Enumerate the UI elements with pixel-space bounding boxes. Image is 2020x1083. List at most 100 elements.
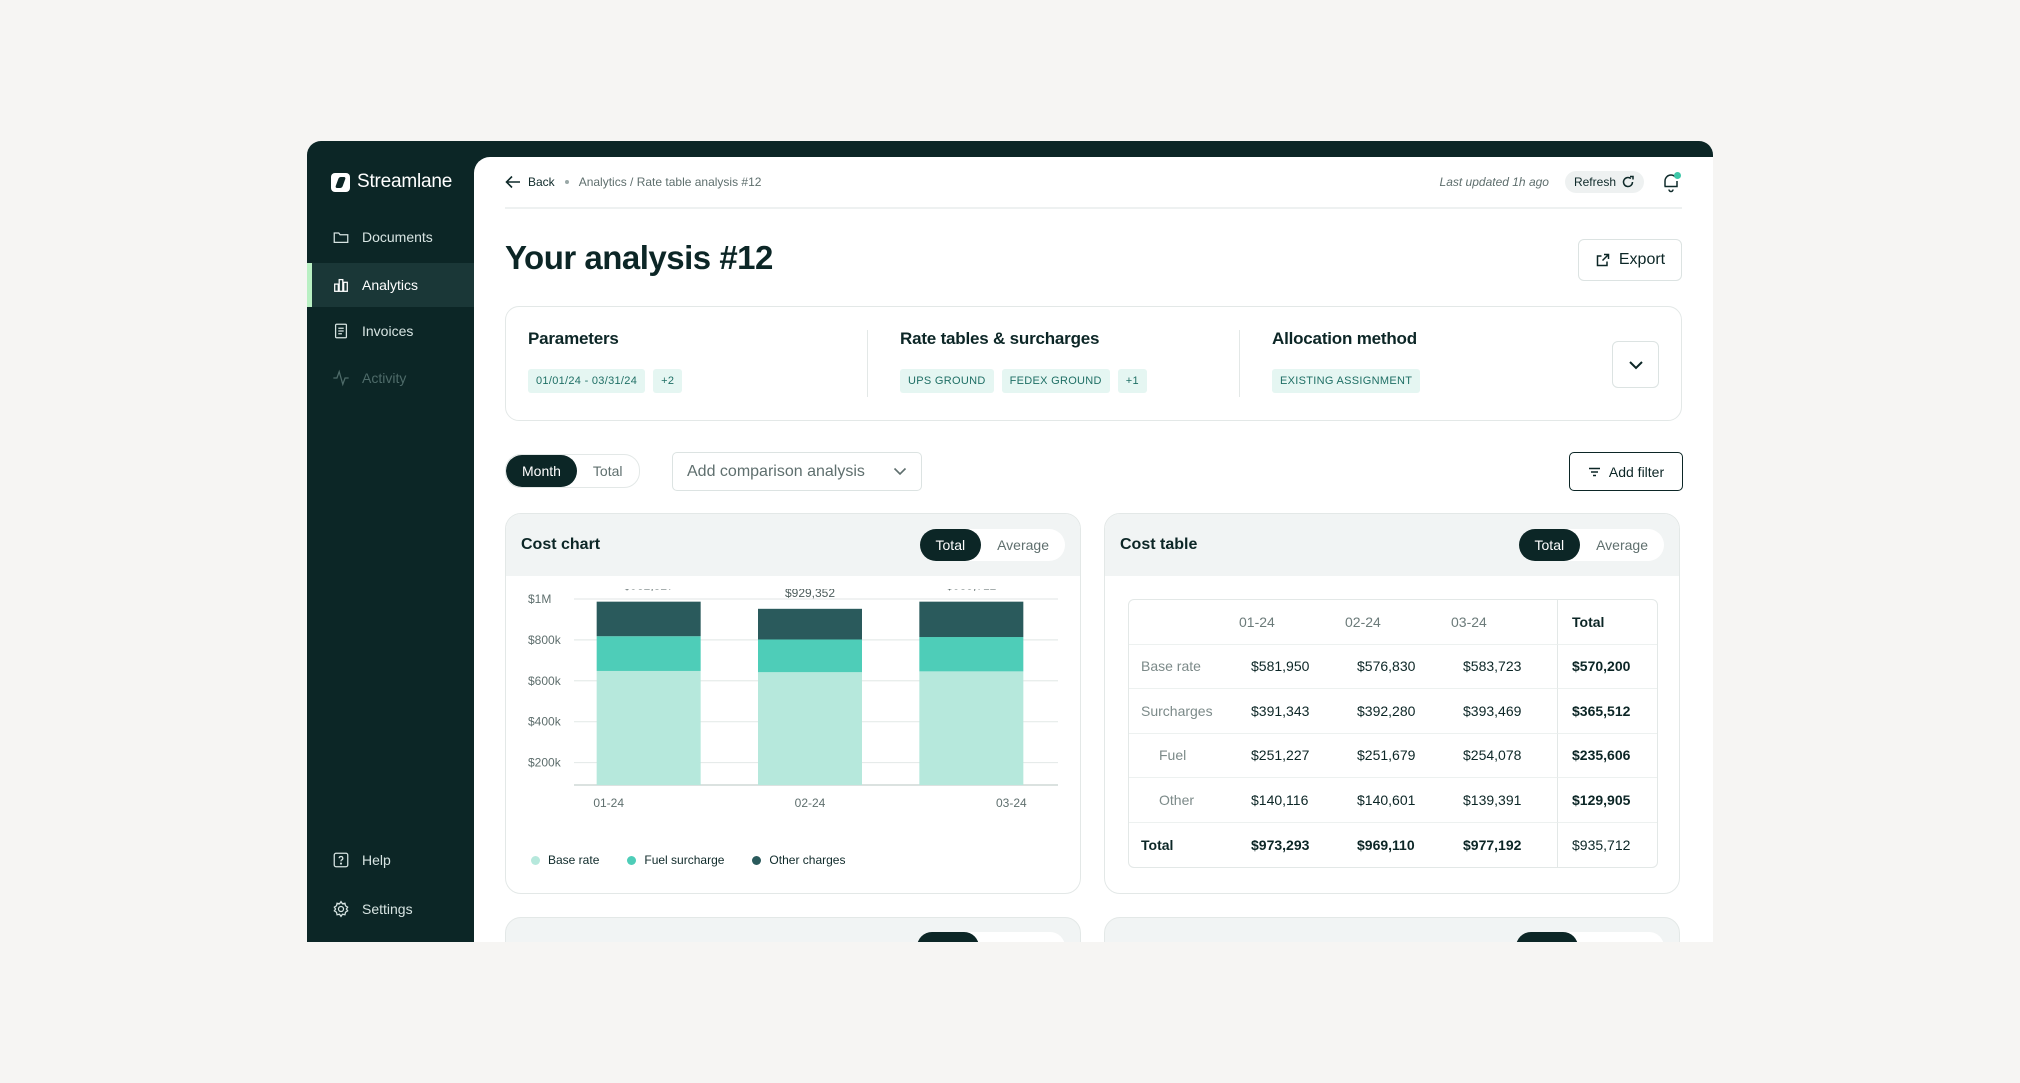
- table-header-row: 01-24 02-24 03-24 Total: [1129, 600, 1657, 645]
- table-row: Base rate $581,950 $576,830 $583,723 $57…: [1129, 644, 1657, 689]
- more-parameters-chip[interactable]: +2: [653, 369, 683, 393]
- add-filter-button[interactable]: Add filter: [1569, 452, 1683, 491]
- cost-table-card: Cost table Total Average 01-24 02-24 03-…: [1104, 513, 1680, 894]
- notification-badge: [1674, 172, 1681, 179]
- sidebar-item-analytics[interactable]: Analytics: [307, 263, 474, 307]
- table-header-cell: 01-24: [1239, 600, 1345, 645]
- y-tick-label: $400k: [528, 715, 562, 729]
- export-button[interactable]: Export: [1578, 239, 1682, 281]
- arrow-left-icon: [505, 175, 520, 189]
- cost-chart-title: Cost chart: [521, 536, 601, 553]
- sidebar-item-invoices[interactable]: Invoices: [307, 309, 474, 353]
- card-toggle[interactable]: [917, 932, 1065, 942]
- rate-tables-section: Rate tables & surcharges UPS GROUND FEDE…: [900, 329, 1147, 393]
- bar-segment-fuel-surcharge: [758, 639, 862, 673]
- sidebar-item-settings[interactable]: Settings: [307, 887, 474, 931]
- toggle-total[interactable]: Total: [919, 529, 982, 561]
- table-cell: $129,905: [1557, 778, 1657, 823]
- rate-table-chip[interactable]: UPS GROUND: [900, 369, 994, 393]
- parameters-title: Parameters: [528, 329, 619, 348]
- allocation-chip[interactable]: EXISTING ASSIGNMENT: [1272, 369, 1421, 393]
- chevron-down-icon: [1628, 360, 1643, 369]
- bar-segment-fuel-surcharge: [596, 636, 701, 671]
- y-tick-label: $600k: [528, 674, 562, 688]
- sidebar-item-help[interactable]: Help: [307, 838, 474, 882]
- x-tick-label: 02-24: [795, 796, 826, 810]
- activity-icon: [331, 368, 351, 388]
- view-toggle: Month Total: [505, 454, 640, 488]
- logo-icon: [331, 172, 350, 192]
- back-label: Back: [528, 175, 555, 189]
- table-row: Fuel $251,227 $251,679 $254,078 $235,606: [1129, 733, 1657, 778]
- legend-item-fuel-surcharge[interactable]: Fuel surcharge: [627, 853, 724, 867]
- bar-segment-base-rate: [758, 672, 862, 785]
- row-label: Base rate: [1129, 645, 1239, 689]
- toggle-total[interactable]: Total: [1518, 529, 1581, 561]
- row-label: Other: [1129, 778, 1239, 823]
- card-toggle[interactable]: [1516, 932, 1664, 942]
- legend-item-base-rate[interactable]: Base rate: [531, 853, 599, 867]
- sidebar-item-activity[interactable]: Activity: [307, 356, 474, 400]
- rate-table-chip[interactable]: FEDEX GROUND: [1001, 369, 1110, 393]
- date-range-chip[interactable]: 01/01/24 - 03/31/24: [528, 369, 646, 393]
- x-tick-label: 03-24: [996, 796, 1027, 810]
- toggle-average[interactable]: Average: [981, 529, 1065, 561]
- table-row: Other $140,116 $140,601 $139,391 $129,90…: [1129, 778, 1657, 823]
- table-cell: $576,830: [1345, 645, 1451, 689]
- more-rate-tables-chip[interactable]: +1: [1117, 369, 1147, 393]
- help-icon: [331, 850, 351, 870]
- table-cell: $977,192: [1463, 836, 1522, 853]
- folder-icon: [331, 227, 351, 247]
- table-cell: $581,950: [1239, 645, 1345, 689]
- table-cell: $140,116: [1239, 778, 1345, 823]
- bar-segment-other-charges: [596, 601, 701, 637]
- table-cell: $969,110: [1357, 836, 1415, 853]
- table-cell: $139,391: [1451, 778, 1557, 823]
- allocation-title: Allocation method: [1272, 329, 1417, 348]
- sidebar-item-label: Settings: [362, 901, 413, 917]
- sidebar-item-documents[interactable]: Documents: [307, 215, 474, 259]
- bar-segment-fuel-surcharge: [919, 637, 1024, 672]
- comparison-placeholder: Add comparison analysis: [687, 462, 865, 480]
- legend-swatch: [627, 855, 637, 865]
- table-cell: $251,679: [1345, 734, 1451, 778]
- table-header-cell: Total: [1557, 600, 1657, 645]
- app-logo[interactable]: Streamlane: [331, 171, 452, 193]
- toggle-total[interactable]: Total: [577, 455, 639, 487]
- legend-item-other-charges[interactable]: Other charges: [752, 853, 845, 867]
- table-header-cell: 02-24: [1345, 600, 1451, 645]
- breadcrumb-separator: [564, 180, 569, 184]
- table-cell: $393,469: [1451, 689, 1557, 734]
- sidebar: Streamlane Documents Analytics Invoices …: [307, 141, 474, 942]
- refresh-button[interactable]: Refresh: [1564, 171, 1644, 193]
- table-cell: $251,227: [1239, 734, 1345, 778]
- divider: [867, 330, 868, 397]
- sidebar-item-label: Documents: [362, 229, 433, 245]
- breadcrumb[interactable]: Analytics / Rate table analysis #12: [579, 175, 762, 189]
- row-label: Surcharges: [1129, 689, 1239, 734]
- bar-chart-icon: [331, 275, 351, 295]
- bar-total-label: $929,352: [785, 589, 835, 600]
- toggle-month[interactable]: Month: [506, 455, 577, 487]
- sidebar-item-label: Help: [362, 852, 391, 868]
- y-tick-label: $1M: [528, 592, 551, 606]
- bar-segment-other-charges: [919, 601, 1024, 638]
- back-button[interactable]: Back: [505, 175, 555, 189]
- table-cell: $140,601: [1345, 778, 1451, 823]
- legend-label: Fuel surcharge: [644, 853, 725, 867]
- table-cell: $570,200: [1557, 644, 1657, 689]
- table-total-row: Total $973,293 $969,110 $977,192 $935,71…: [1129, 822, 1657, 867]
- toggle-average[interactable]: Average: [1580, 529, 1664, 561]
- comparison-select[interactable]: Add comparison analysis: [672, 452, 922, 491]
- table-row: Surcharges $391,343 $392,280 $393,469 $3…: [1129, 689, 1657, 734]
- table-cell: $392,280: [1345, 689, 1451, 734]
- sidebar-item-label: Invoices: [362, 323, 414, 339]
- table-cell: $235,606: [1557, 733, 1657, 778]
- page-title: Your analysis #12: [505, 239, 773, 276]
- sidebar-item-label: Activity: [362, 370, 407, 386]
- notifications-button[interactable]: [1660, 171, 1682, 193]
- expand-parameters-button[interactable]: [1612, 341, 1659, 388]
- table-cell: $583,723: [1451, 645, 1557, 689]
- refresh-icon: [1622, 175, 1634, 188]
- chevron-down-icon: [893, 467, 907, 476]
